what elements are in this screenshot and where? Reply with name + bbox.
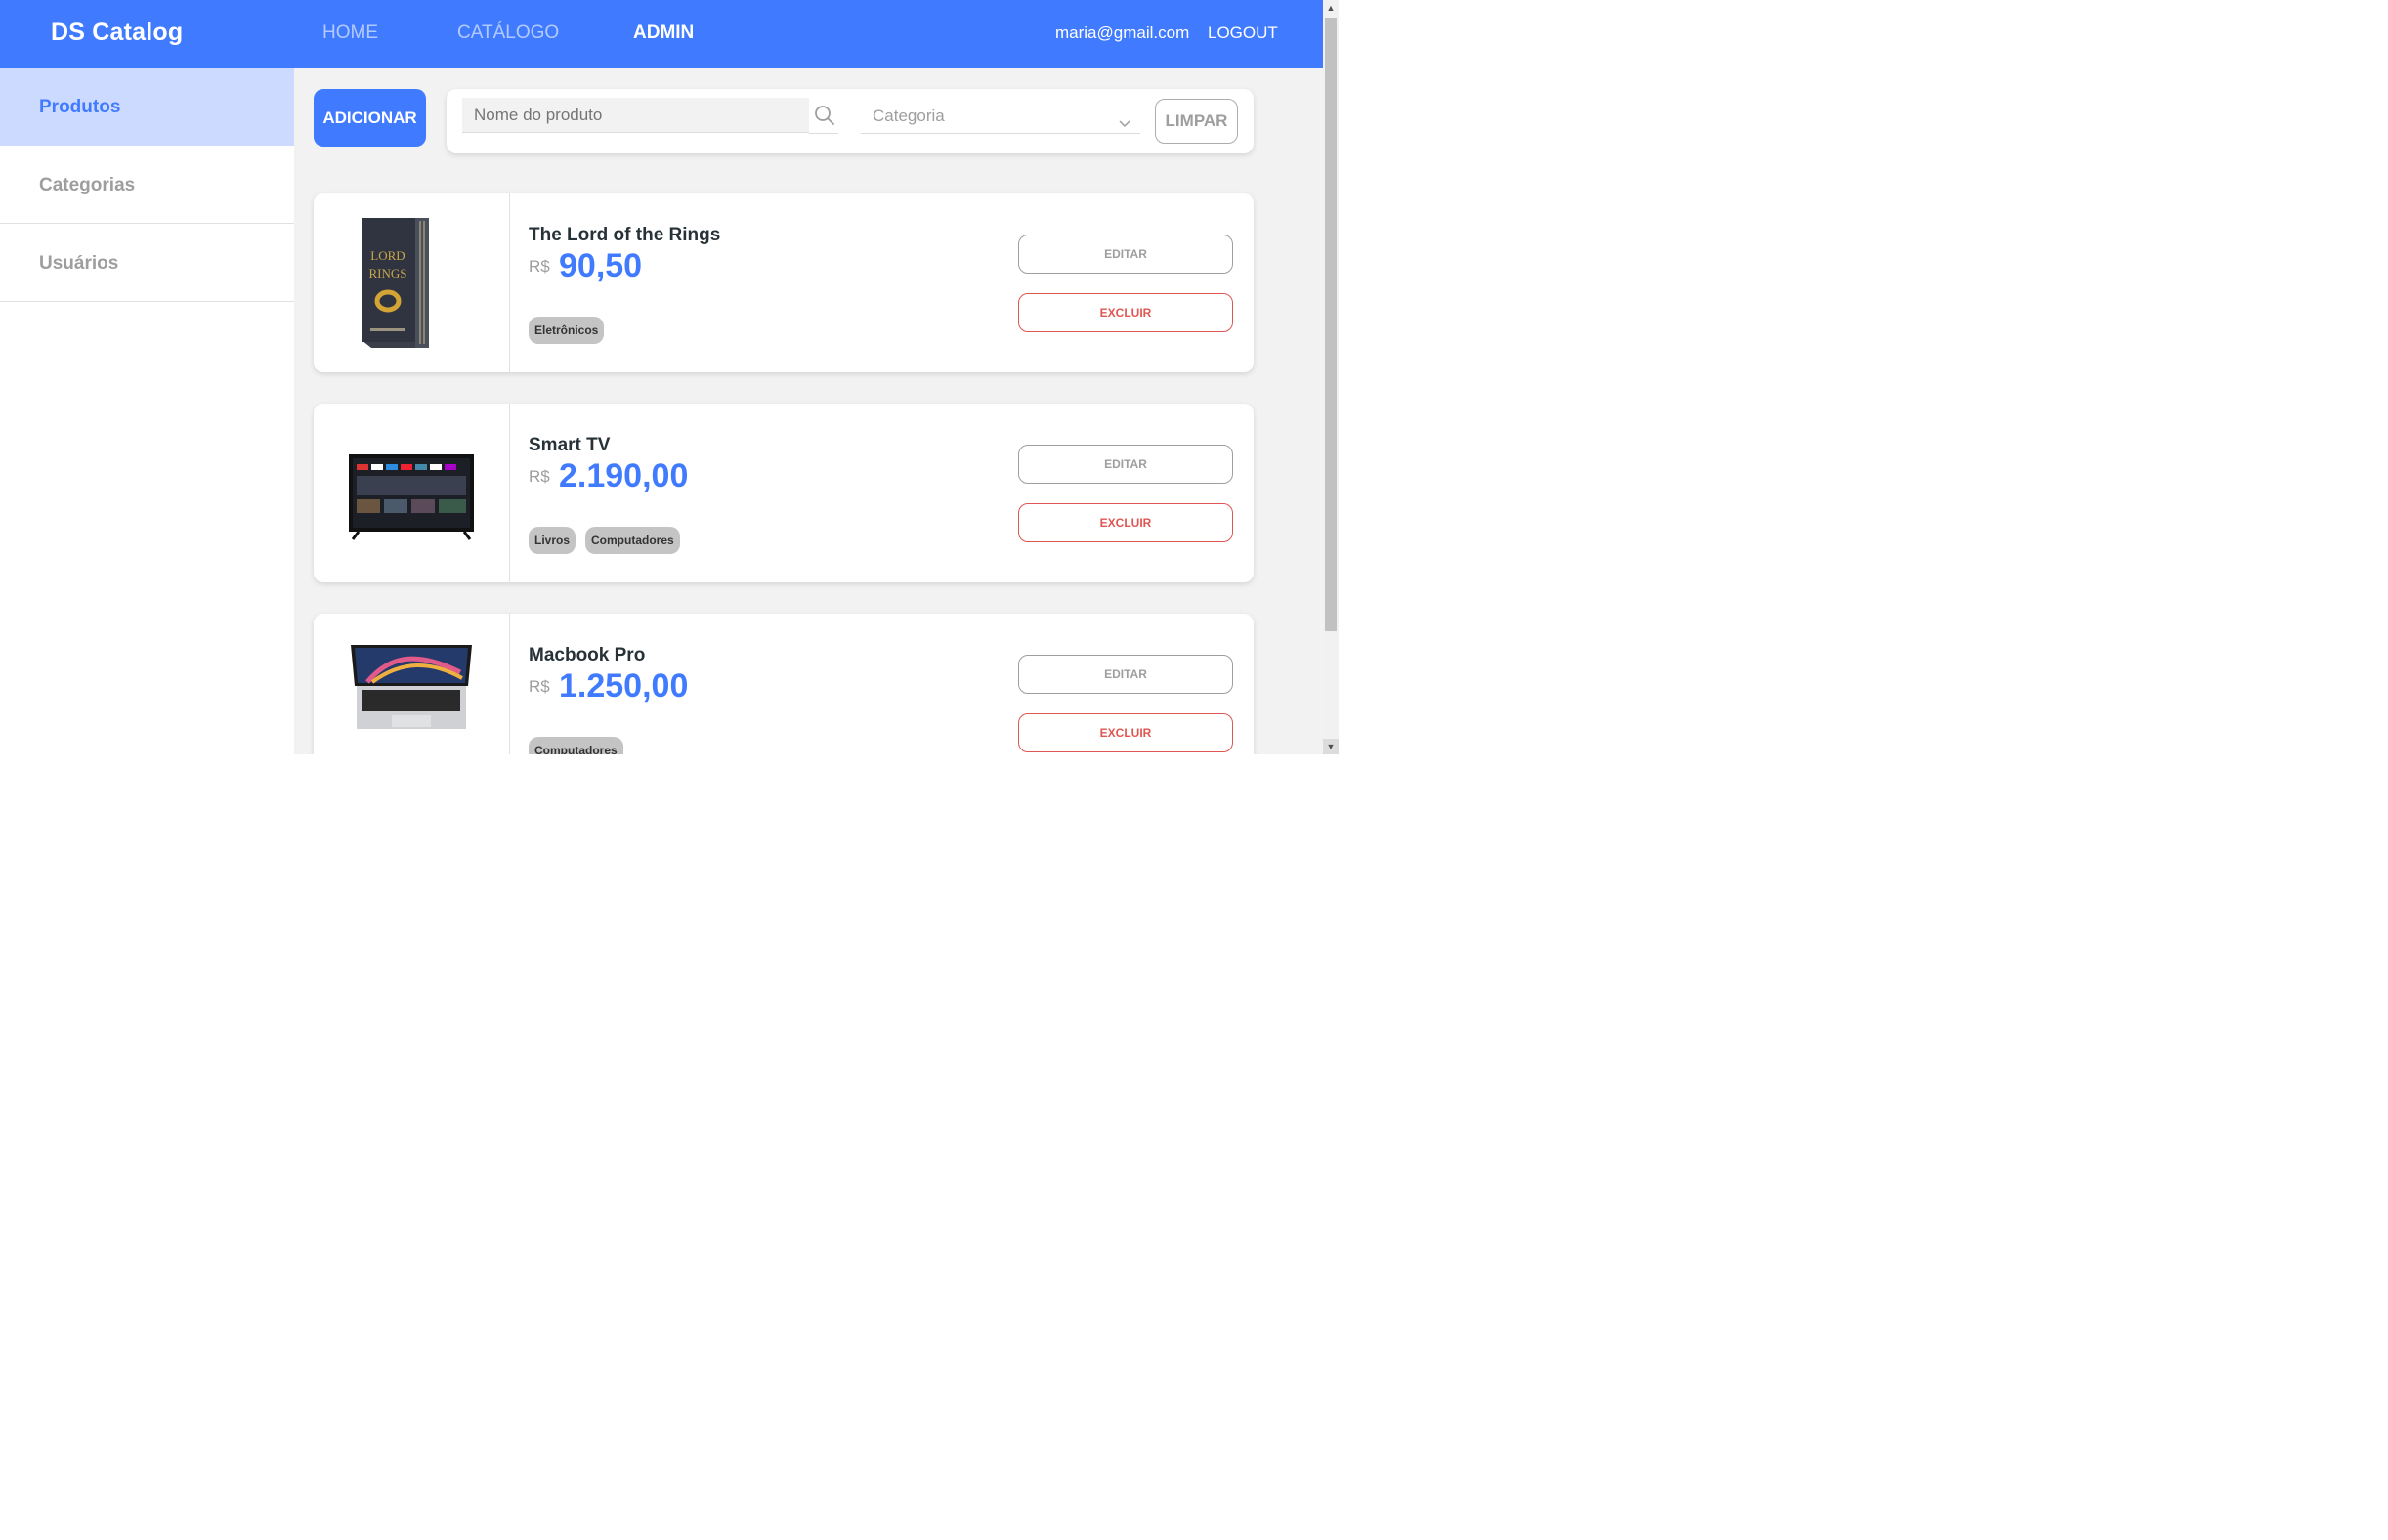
product-image-area: LORD RINGS [314,193,510,372]
product-image-laptop [351,645,472,729]
delete-button[interactable]: EXCLUIR [1018,713,1233,752]
scroll-down-arrow-icon[interactable]: ▼ [1323,739,1339,754]
category-select-placeholder: Categoria [873,107,945,125]
product-card: Smart TV R$ 2.190,00 Livros Computadores… [314,404,1254,582]
user-email: maria@gmail.com [1055,23,1190,42]
category-badges: Computadores [529,737,623,754]
clear-filter-button[interactable]: LIMPAR [1155,99,1238,144]
edit-button[interactable]: EDITAR [1018,235,1233,274]
chevron-down-icon [1117,108,1132,128]
filter-bar: Categoria LIMPAR [447,89,1254,153]
scrollbar-thumb[interactable] [1325,18,1337,631]
scroll-up-arrow-icon[interactable]: ▲ [1323,0,1339,16]
product-price: 90,50 [559,247,643,284]
nav-link-home[interactable]: HOME [322,22,378,44]
svg-text:LORD: LORD [370,248,405,263]
search-underline [809,133,838,134]
product-image-book-box: LORD RINGS [362,218,429,348]
category-badge: Eletrônicos [529,317,605,344]
app-window: DS Catalog HOME CATÁLOGO ADMIN maria@gma… [0,0,1339,754]
product-price: 2.190,00 [559,457,689,494]
category-badges: Eletrônicos [529,317,605,344]
add-product-button[interactable]: ADICIONAR [314,89,426,147]
brand-logo[interactable]: DS Catalog [51,19,183,47]
category-badge: Livros [529,527,576,554]
delete-button[interactable]: EXCLUIR [1018,503,1233,542]
product-card: Macbook Pro R$ 1.250,00 Computadores EDI… [314,614,1254,754]
product-name: Smart TV [529,435,611,455]
sidebar-item-usuarios[interactable]: Usuários [0,225,294,302]
product-currency: R$ [529,677,550,696]
svg-text:RINGS: RINGS [368,266,406,280]
category-badges: Livros Computadores [529,527,680,554]
edit-button[interactable]: EDITAR [1018,445,1233,484]
product-image-tv [349,454,474,540]
product-name: Macbook Pro [529,645,646,665]
edit-button[interactable]: EDITAR [1018,655,1233,694]
product-currency: R$ [529,257,550,276]
top-navbar: DS Catalog HOME CATÁLOGO ADMIN maria@gma… [0,0,1323,68]
product-card: LORD RINGS The Lord of the Rings R$ 90,5… [314,193,1254,372]
product-image-area [314,404,510,582]
nav-link-admin[interactable]: ADMIN [633,22,694,44]
category-badge: Computadores [585,527,680,554]
product-name: The Lord of the Rings [529,225,721,245]
logout-link[interactable]: LOGOUT [1208,23,1278,43]
product-currency: R$ [529,467,550,486]
delete-button[interactable]: EXCLUIR [1018,293,1233,332]
product-price: 1.250,00 [559,667,689,705]
admin-sidebar: Produtos Categorias Usuários [0,68,294,754]
search-icon[interactable] [813,104,836,127]
sidebar-item-categorias[interactable]: Categorias [0,147,294,224]
search-input[interactable] [462,98,809,133]
category-badge: Computadores [529,737,623,754]
nav-link-catalog[interactable]: CATÁLOGO [457,22,559,44]
sidebar-item-produtos[interactable]: Produtos [0,68,294,146]
category-select[interactable]: Categoria [861,99,1140,134]
vertical-scrollbar[interactable]: ▲ ▼ [1323,0,1339,754]
product-image-area [314,614,510,754]
